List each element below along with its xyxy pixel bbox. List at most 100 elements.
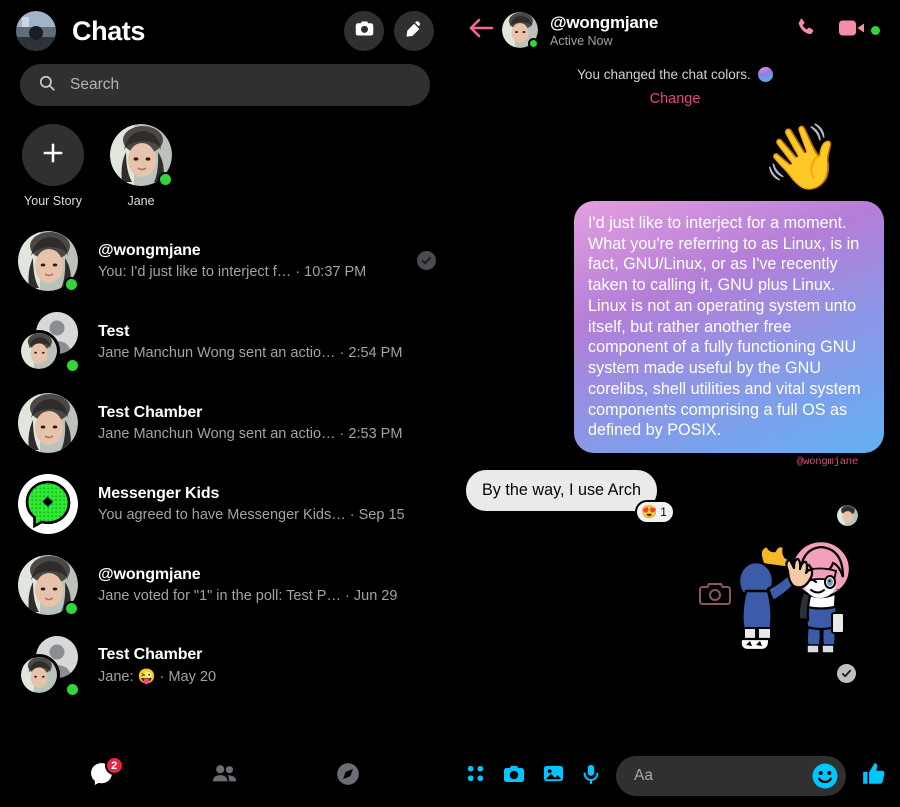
avatar[interactable] <box>502 12 539 49</box>
header-actions <box>344 11 434 51</box>
high-five-sticker[interactable] <box>708 505 858 684</box>
camera-icon <box>354 18 375 44</box>
message-composer: Aa <box>450 745 900 807</box>
list-item[interactable]: 👋 <box>466 125 842 189</box>
separator: · <box>345 587 350 604</box>
list-item[interactable]: Messenger Kids You agreed to have Messen… <box>0 463 450 544</box>
separator: · <box>339 425 345 442</box>
online-indicator <box>65 357 80 373</box>
audio-call-button[interactable] <box>794 16 817 44</box>
thread-preview: Jane Manchun Wong sent an actio… <box>98 425 336 442</box>
stories-row: Your Story Jane <box>0 106 450 214</box>
system-note-text: You changed the chat colors. <box>577 67 751 82</box>
thread-time: 10:37 PM <box>304 263 367 280</box>
system-note: You changed the chat colors. Change <box>450 66 900 107</box>
change-colors-link[interactable]: Change <box>450 91 900 107</box>
story-label: Jane <box>127 194 155 208</box>
bottom-navigation: 2 <box>0 745 450 807</box>
gallery-icon[interactable] <box>541 762 566 790</box>
list-item: By the way, I use Arch 😍 1 <box>466 470 675 525</box>
thread-name: Test <box>98 322 130 340</box>
thread-name: Messenger Kids <box>98 484 220 502</box>
status-badge: Active Now <box>550 33 613 48</box>
unread-badge: 2 <box>104 756 124 775</box>
avatar[interactable] <box>16 11 56 51</box>
compass-icon <box>335 761 361 792</box>
sticker-message-row <box>466 505 884 684</box>
heart-eyes-emoji: 😍 <box>641 504 658 520</box>
search-icon <box>38 74 56 97</box>
story-label: Your Story <box>24 194 82 208</box>
microphone-icon[interactable] <box>580 762 602 791</box>
people-icon <box>211 760 238 792</box>
messenger-app: Chats Search Your Story Jane @wongmjane … <box>0 0 900 807</box>
chats-pane: Chats Search Your Story Jane @wongmjane … <box>0 0 450 807</box>
online-indicator <box>64 600 79 616</box>
thread-preview: Jane Manchun Wong sent an actio… <box>98 344 336 361</box>
thread-preview: You agreed to have Messenger Kids… <box>98 506 346 523</box>
thread-name: Test Chamber <box>98 403 203 421</box>
compose-button[interactable] <box>394 11 434 51</box>
avatar <box>18 311 80 373</box>
thread-name: @wongmjane <box>98 565 201 583</box>
phone-icon <box>794 18 817 43</box>
list-item[interactable]: Test Chamber Jane Manchun Wong sent an a… <box>0 382 450 463</box>
contact-info[interactable]: @wongmjane Active Now <box>550 13 658 48</box>
thread-preview: Jane: 😜 <box>98 669 156 685</box>
waving-hand-emoji: 👋 <box>762 121 842 193</box>
separator: · <box>339 344 345 361</box>
separator: · <box>295 263 301 280</box>
list-item[interactable]: Test Chamber Jane: 😜 · May 20 <box>0 625 450 706</box>
apps-grid-icon[interactable] <box>464 762 487 790</box>
online-indicator <box>528 38 539 49</box>
delivered-check-icon <box>837 664 856 684</box>
discover-tab[interactable] <box>325 756 371 796</box>
reaction-count: 1 <box>660 505 667 520</box>
message-sender-tag: @wongmjane <box>796 456 858 469</box>
messenger-kids-icon <box>18 473 78 534</box>
avatar <box>18 392 78 453</box>
camera-button[interactable] <box>344 11 384 51</box>
thread-time: 2:53 PM <box>348 425 403 442</box>
online-indicator <box>158 172 173 187</box>
message-bubble-outgoing[interactable]: I'd just like to interject for a moment.… <box>574 201 884 454</box>
page-title: Chats <box>72 15 146 46</box>
chat-color-swatch <box>757 67 773 82</box>
story-your-story[interactable]: Your Story <box>20 124 86 208</box>
search-placeholder: Search <box>70 76 120 93</box>
thread-time: May 20 <box>168 669 217 685</box>
chats-header: Chats <box>0 0 450 58</box>
avatar <box>18 230 79 292</box>
video-call-button[interactable] <box>839 18 880 43</box>
chats-tab[interactable]: 2 <box>79 756 125 796</box>
video-camera-icon <box>839 18 866 43</box>
message-placeholder: Aa <box>634 767 653 784</box>
avatar <box>18 635 80 697</box>
thread-time: Jun 29 <box>353 587 398 604</box>
camera-icon[interactable] <box>501 762 527 791</box>
list-item[interactable]: Test Jane Manchun Wong sent an actio… · … <box>0 301 450 382</box>
people-tab[interactable] <box>202 756 248 796</box>
conversation-header: @wongmjane Active Now <box>450 0 900 56</box>
message-bubble-incoming[interactable]: By the way, I use Arch <box>466 470 657 512</box>
smiley-icon[interactable] <box>810 761 840 791</box>
message-input[interactable]: Aa <box>616 756 846 796</box>
thread-preview: Jane voted for "1" in the poll: Test P… <box>98 587 341 604</box>
add-story-button[interactable] <box>22 124 84 186</box>
chat-list[interactable]: @wongmjane You: I'd just like to interje… <box>0 214 450 745</box>
thumbs-up-icon[interactable] <box>860 761 888 792</box>
thread-name: Test Chamber <box>98 646 203 663</box>
message-thread[interactable]: 👋 I'd just like to interject for a momen… <box>450 107 900 745</box>
back-button[interactable] <box>464 17 498 44</box>
list-item[interactable]: @wongmjane You: I'd just like to interje… <box>0 220 450 301</box>
story-jane[interactable]: Jane <box>108 124 174 208</box>
contact-name: @wongmjane <box>550 12 659 32</box>
message-reaction[interactable]: 😍 1 <box>635 500 675 525</box>
conversation-actions <box>794 16 886 44</box>
separator: · <box>349 506 355 523</box>
thread-time: Sep 15 <box>358 506 405 523</box>
list-item[interactable]: @wongmjane Jane voted for "1" in the pol… <box>0 544 450 625</box>
search-input[interactable]: Search <box>20 64 430 106</box>
separator: · <box>159 669 165 685</box>
online-indicator <box>871 25 880 35</box>
